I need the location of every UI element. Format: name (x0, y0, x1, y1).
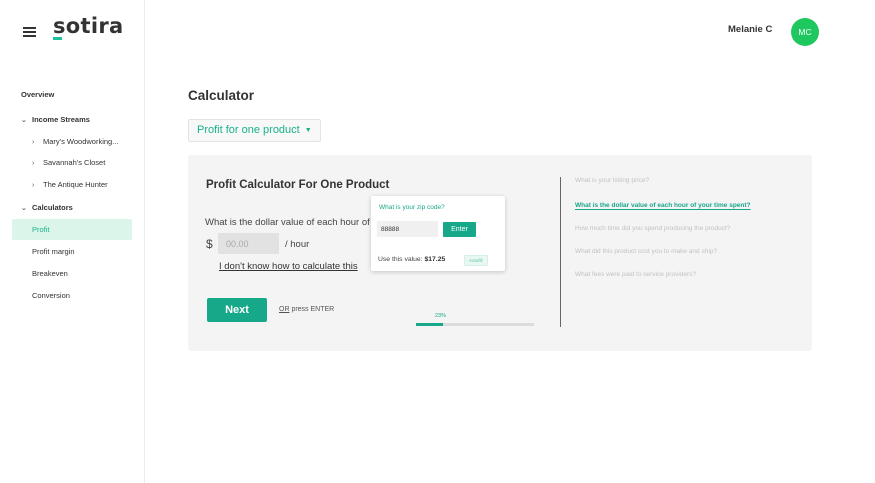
progress-bar-fill (416, 323, 444, 326)
use-value-label: Use this value: (378, 256, 425, 263)
unit-label: / hour (285, 239, 310, 250)
chevron-right-icon: › (32, 139, 35, 146)
chevron-right-icon: › (32, 160, 35, 167)
hourly-value-input[interactable] (218, 233, 279, 254)
calculator-select[interactable]: Profit for one product ▼ (188, 119, 321, 142)
sidebar-item-income-streams[interactable]: ⌄ Income Streams (12, 109, 132, 130)
calculator-select-value: Profit for one product (197, 124, 300, 136)
or-label: OR (279, 306, 290, 313)
popup-title: What is your zip code? (379, 204, 445, 211)
progress-percent: 23% (435, 313, 447, 319)
autofill-button[interactable]: Autofill (464, 255, 488, 266)
sidebar-item-label: Conversion (32, 291, 70, 300)
step-item-current[interactable]: What is the dollar value of each hour of… (575, 202, 751, 209)
sidebar-item-antique-hunter[interactable]: › The Antique Hunter (12, 174, 132, 195)
progress-bar (416, 323, 534, 326)
help-link[interactable]: I don't know how to calculate this (219, 261, 369, 272)
caret-down-icon: ▼ (304, 127, 312, 134)
chevron-down-icon: ⌄ (21, 117, 27, 124)
sidebar-item-calculators[interactable]: ⌄ Calculators (12, 197, 132, 218)
sidebar-item-marys-woodworking[interactable]: › Mary's Woodworking... (12, 131, 132, 152)
calculator-title: Profit Calculator For One Product (206, 179, 390, 191)
sidebar-item-breakeven[interactable]: Breakeven (12, 263, 132, 284)
use-value-text: Use this value: $17.25 (378, 256, 445, 263)
zip-code-popup: What is your zip code? Enter Use this va… (371, 196, 505, 271)
sidebar-item-label: Mary's Woodworking... (43, 137, 119, 146)
step-item[interactable]: What did this product cost you to make a… (575, 248, 717, 255)
sidebar: sotira Overview ⌄ Income Streams › Mary's … (0, 0, 145, 483)
zip-code-input[interactable] (377, 221, 438, 237)
logo: sotira (53, 14, 124, 38)
sidebar-item-label: The Antique Hunter (43, 180, 108, 189)
logo-accent (53, 37, 62, 40)
press-enter-label: press ENTER (289, 306, 335, 313)
step-item[interactable]: How much time did you spend producing th… (575, 225, 730, 232)
currency-symbol: $ (206, 237, 213, 251)
page-title: Calculator (188, 88, 255, 103)
next-button[interactable]: Next (207, 298, 267, 322)
question-text: What is the dollar value of each hour of… (205, 217, 372, 228)
sidebar-item-label: Savannah's Closet (43, 158, 106, 167)
step-item[interactable]: What fees were paid to service providers… (575, 271, 696, 278)
sidebar-item-label: Profit margin (32, 247, 75, 256)
user-name[interactable]: Melanie C (728, 24, 772, 35)
sidebar-item-label: Calculators (32, 203, 73, 212)
press-enter-hint: OR press ENTER (279, 306, 334, 313)
menu-icon[interactable] (23, 27, 36, 37)
vertical-divider (560, 177, 561, 327)
chevron-down-icon: ⌄ (21, 205, 27, 212)
step-item[interactable]: What is your listing price? (575, 177, 649, 184)
avatar[interactable]: MC (791, 18, 819, 46)
sidebar-item-savannahs-closet[interactable]: › Savannah's Closet (12, 152, 132, 173)
use-value-amount: $17.25 (424, 256, 446, 263)
sidebar-item-label: Profit (32, 225, 50, 234)
sidebar-item-conversion[interactable]: Conversion (12, 285, 132, 306)
sidebar-item-overview[interactable]: Overview (12, 84, 132, 105)
sidebar-item-label: Breakeven (32, 269, 68, 278)
sidebar-item-profit[interactable]: Profit (12, 219, 132, 240)
sidebar-item-label: Overview (21, 90, 55, 99)
chevron-right-icon: › (32, 182, 35, 189)
sidebar-item-profit-margin[interactable]: Profit margin (12, 241, 132, 262)
enter-button[interactable]: Enter (443, 222, 476, 237)
sidebar-item-label: Income Streams (32, 115, 90, 124)
